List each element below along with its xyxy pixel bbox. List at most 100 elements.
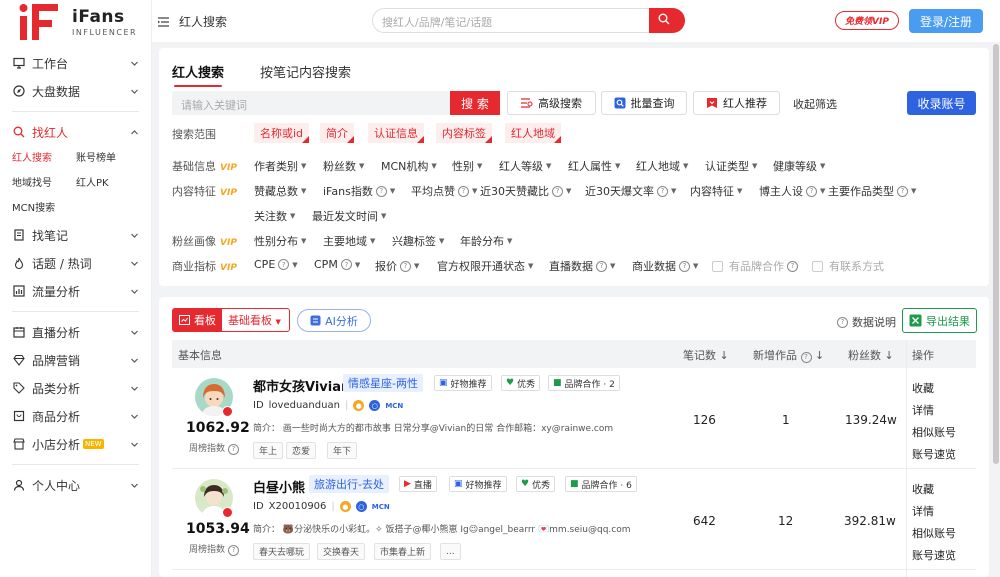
filter-live-data[interactable]: 直播数据? ▼: [549, 258, 615, 274]
filter-mcn[interactable]: MCN机构 ▼: [381, 158, 437, 174]
collapse-filter-link[interactable]: 收起筛选: [793, 96, 837, 112]
filter-likes-total[interactable]: 赞藏总数 ▼: [254, 183, 306, 199]
sidebar-item-find-notes[interactable]: 找笔记: [0, 221, 151, 249]
keyword-input[interactable]: 请输入关键词: [172, 91, 450, 115]
sidebar-item-brand[interactable]: 品牌营销: [0, 346, 151, 374]
content-tag[interactable]: 恋爱: [286, 442, 317, 459]
scope-tag[interactable]: 认证信息: [368, 123, 424, 143]
content-tag[interactable]: 年下: [327, 442, 358, 459]
global-search[interactable]: 搜红人/品牌/笔记/话题: [372, 8, 685, 33]
scope-tag[interactable]: 红人地域: [505, 123, 561, 143]
add-account-button[interactable]: 收录账号: [907, 91, 976, 115]
filter-auth-type[interactable]: 认证类型 ▼: [705, 158, 757, 174]
filter-gender[interactable]: 性别 ▼: [452, 158, 482, 174]
filter-age[interactable]: 年龄分布 ▼: [460, 233, 512, 249]
sidebar-item-goods[interactable]: 商品分析: [0, 402, 151, 430]
filter-quote[interactable]: 报价? ▼: [375, 258, 419, 274]
filter-region[interactable]: 红人地域 ▼: [636, 158, 688, 174]
search-button[interactable]: [649, 8, 685, 33]
influencer-name[interactable]: 白昼小熊: [253, 477, 305, 496]
data-explain-link[interactable]: ? 数据说明: [837, 314, 896, 330]
sidebar-item-traffic[interactable]: 流量分析: [0, 277, 151, 305]
scrollbar[interactable]: [993, 44, 999, 464]
filter-follows[interactable]: 关注数 ▼: [254, 208, 295, 224]
sidebar-item-find-influencer[interactable]: 找红人: [0, 118, 151, 146]
similar-link[interactable]: 相似账号: [912, 422, 956, 444]
batch-query-button[interactable]: 批量查询: [601, 91, 687, 115]
content-tag[interactable]: 交换春天: [317, 543, 366, 560]
detail-link[interactable]: 详情: [912, 400, 956, 422]
ai-analysis-button[interactable]: AI分析: [297, 309, 371, 332]
sidebar-item-live[interactable]: 直播分析: [0, 318, 151, 346]
collect-link[interactable]: 收藏: [912, 479, 956, 501]
col-fans[interactable]: 粉丝数 ↓: [848, 347, 894, 363]
filter-cpm[interactable]: CPM? ▼: [314, 258, 360, 271]
content-tag[interactable]: 春天去哪玩: [253, 543, 311, 560]
kanban-selector[interactable]: 看板 基础看板 ▼: [172, 308, 290, 332]
col-new-works[interactable]: 新增作品 ? ↓: [753, 347, 824, 363]
similar-link[interactable]: 相似账号: [912, 523, 956, 545]
sidebar-item-topics[interactable]: 话题 / 热词: [0, 249, 151, 277]
checkbox-contact[interactable]: 有联系方式: [812, 258, 884, 274]
sidebar-item-shop[interactable]: 小店分析 NEW: [0, 430, 151, 458]
filter-work-type[interactable]: 主要作品类型? ▼: [828, 183, 916, 199]
tab-note-content-search[interactable]: 按笔记内容搜索: [260, 62, 351, 85]
filter-cpe[interactable]: CPE? ▼: [254, 258, 298, 271]
kanban-select[interactable]: 基础看板 ▼: [222, 312, 281, 328]
filter-last-post[interactable]: 最近发文时间 ▼: [312, 208, 386, 224]
export-button[interactable]: 导出结果: [902, 308, 977, 333]
scope-tag[interactable]: 名称或id: [254, 123, 310, 143]
account-id[interactable]: loveduanduan: [269, 400, 340, 411]
subnav-mcn-search[interactable]: MCN搜索: [12, 196, 76, 221]
filter-level[interactable]: 红人等级 ▼: [499, 158, 551, 174]
filter-interest[interactable]: 兴趣标签 ▼: [392, 233, 444, 249]
content-tag-more[interactable]: ...: [440, 543, 461, 560]
filter-main-region[interactable]: 主要地域 ▼: [323, 233, 375, 249]
page-title: 红人搜索: [179, 15, 228, 29]
sidebar-item-profile[interactable]: 个人中心: [0, 471, 151, 499]
row-actions: 收藏 详情 相似账号 账号速览: [912, 378, 956, 466]
login-button[interactable]: 登录/注册: [909, 9, 983, 33]
kanban-label[interactable]: 看板: [173, 309, 222, 331]
subnav-influencer-pk[interactable]: 红人PK: [76, 171, 140, 196]
influencer-name[interactable]: 都市女孩Vivian: [253, 376, 350, 395]
col-notes[interactable]: 笔记数 ↓: [683, 347, 729, 363]
sidebar-item-market[interactable]: 大盘数据: [0, 77, 151, 105]
filter-fans[interactable]: 粉丝数 ▼: [323, 158, 364, 174]
filter-30d-hit-rate[interactable]: 近30天爆文率? ▼: [585, 183, 676, 199]
checkbox-brand-coop[interactable]: 有品牌合作?: [712, 258, 798, 274]
advanced-search-button[interactable]: 高级搜索: [507, 91, 596, 115]
scope-tag[interactable]: 简介: [320, 123, 354, 143]
tab-influencer-search[interactable]: 红人搜索: [172, 62, 224, 87]
sidebar-item-workbench[interactable]: 工作台: [0, 49, 151, 77]
content-tag[interactable]: 年上: [253, 442, 284, 459]
sidebar-item-category[interactable]: 品类分析: [0, 374, 151, 402]
preview-link[interactable]: 账号速览: [912, 545, 956, 567]
filter-gender-dist[interactable]: 性别分布 ▼: [254, 233, 306, 249]
detail-link[interactable]: 详情: [912, 501, 956, 523]
menu-toggle-icon[interactable]: [158, 16, 169, 27]
filter-official-permission[interactable]: 官方权限开通状态 ▼: [437, 258, 533, 274]
preview-link[interactable]: 账号速览: [912, 444, 956, 466]
content-tag[interactable]: 市集春上新: [374, 543, 432, 560]
filter-author-type[interactable]: 作者类别 ▼: [254, 158, 306, 174]
filter-attribute[interactable]: 红人属性 ▼: [568, 158, 620, 174]
filter-content-feature[interactable]: 内容特征 ▼: [690, 183, 742, 199]
subnav-account-ranking[interactable]: 账号榜单: [76, 146, 140, 171]
subnav-influencer-search[interactable]: 红人搜索: [12, 146, 76, 171]
scope-tag[interactable]: 内容标签: [436, 123, 492, 143]
filter-avg-likes[interactable]: 平均点赞? ▼: [411, 183, 477, 199]
account-id[interactable]: X20010906: [269, 501, 327, 512]
filter-health[interactable]: 健康等级 ▼: [773, 158, 825, 174]
keyword-search-button[interactable]: 搜 索: [450, 91, 500, 115]
free-vip-button[interactable]: 免费领VIP: [835, 11, 899, 30]
influencer-recommend-button[interactable]: 红人推荐: [693, 91, 780, 115]
filter-30d-ratio[interactable]: 近30天赞藏比? ▼: [480, 183, 571, 199]
filter-business-data[interactable]: 商业数据? ▼: [632, 258, 698, 274]
subnav-region-search[interactable]: 地域找号: [12, 171, 76, 196]
filter-ifans-index[interactable]: iFans指数? ▼: [323, 183, 395, 199]
filter-persona[interactable]: 博主人设? ▼: [759, 183, 825, 199]
logo[interactable]: iFans INFLUENCER: [0, 0, 151, 44]
search-input[interactable]: 搜红人/品牌/笔记/话题: [382, 14, 492, 30]
collect-link[interactable]: 收藏: [912, 378, 956, 400]
